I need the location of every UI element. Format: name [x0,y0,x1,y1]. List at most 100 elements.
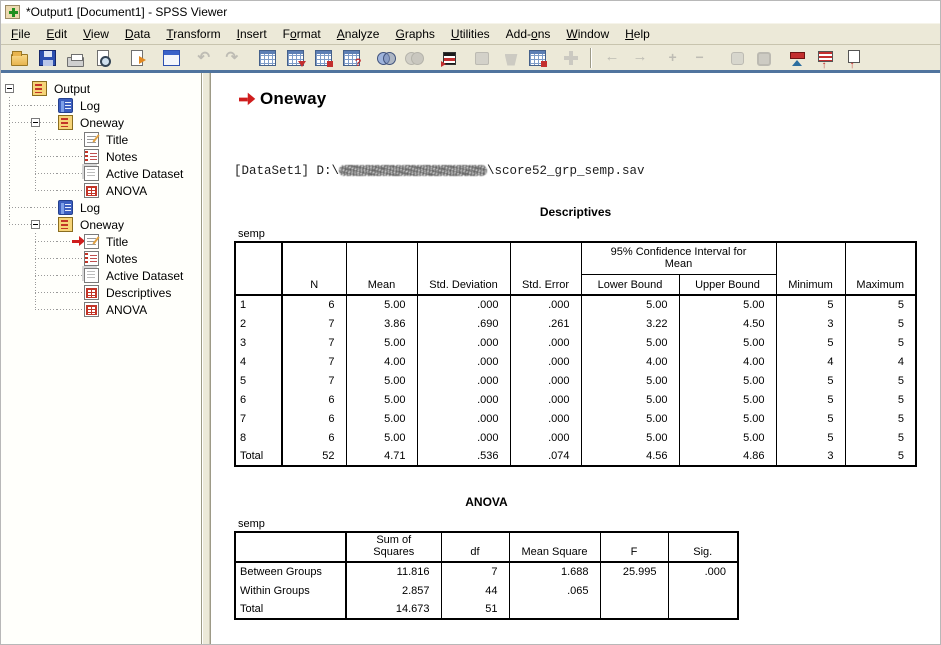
hide-button[interactable] [750,47,776,69]
book-icon [58,115,73,130]
tree-guide [31,182,57,199]
run-script-button[interactable] [434,47,460,69]
tree-guide [31,233,57,250]
goto-case-button[interactable] [282,47,308,69]
menu-insert[interactable]: Insert [229,25,275,43]
row-label: Total [235,447,282,466]
tree-connector [57,131,83,148]
tree-item-notes[interactable]: Notes [1,148,201,165]
descriptives-table[interactable]: N Mean Std. Deviation Std. Error 95% Con… [234,241,917,467]
forward-button[interactable] [626,47,652,69]
col-header-df: df [441,532,509,562]
pane-splitter[interactable] [201,73,211,645]
back-icon [603,50,620,66]
open-file-button[interactable] [6,47,32,69]
anova-table[interactable]: Sum of Squares df Mean Square F Sig. Bet… [234,531,739,620]
menu-file[interactable]: File [3,25,38,43]
outline-up-button[interactable] [812,47,838,69]
tree-label: Active Dataset [104,269,185,283]
cell-value: 7 [441,562,509,581]
notes-icon [84,149,99,164]
menu-utilities[interactable]: Utilities [443,25,498,43]
menu-edit[interactable]: Edit [38,25,75,43]
table-row: Total524.71.536.0744.564.8635 [235,447,916,466]
row-label: 8 [235,428,282,447]
book-icon [58,217,73,232]
tree-item-anova[interactable]: ANOVA [1,182,201,199]
descriptives-caption: semp [234,228,940,240]
cell-value: 5.00 [581,390,679,409]
tree-label: Oneway [78,218,126,232]
tree-guide [5,199,31,216]
tree-item-log[interactable]: Log [1,97,201,114]
designate-window-icon [505,54,518,66]
designate-window-button[interactable] [496,47,522,69]
save-button[interactable] [34,47,60,69]
undo-button[interactable] [192,47,218,69]
collapse-button[interactable] [688,47,714,69]
tree-expander-minus[interactable] [31,118,40,127]
redo-button[interactable] [220,47,246,69]
tree-item-anova[interactable]: ANOVA [1,301,201,318]
cell-value: 7 [282,333,346,352]
tree-label: Descriptives [104,286,173,300]
tree-label: Active Dataset [104,167,185,181]
goto-data-button[interactable] [254,47,280,69]
dataset-path-suffix: \score52_grp_semp.sav [487,164,645,178]
insert-pivot-table-button[interactable] [524,47,550,69]
expand-button[interactable] [660,47,686,69]
tree-item-notes[interactable]: Notes [1,250,201,267]
table-row: 375.00.000.0005.005.0055 [235,333,916,352]
outline-tree-pane: OutputLogOnewayTitleNotesActive DatasetA… [1,73,201,645]
log-icon [58,200,73,215]
export-button[interactable] [124,47,150,69]
print-preview-button[interactable] [90,47,116,69]
page-up-button[interactable] [840,47,866,69]
cell-value: 5.00 [581,428,679,447]
show-button[interactable] [722,47,748,69]
menu-analyze[interactable]: Analyze [329,25,388,43]
menu-view[interactable]: View [75,25,117,43]
tree-item-active-dataset[interactable]: Active Dataset [1,267,201,284]
split-file-button[interactable] [400,47,426,69]
menu-data[interactable]: Data [117,25,158,43]
select-last-output-button[interactable] [468,47,494,69]
tree-guide [5,131,31,148]
menu-graphs[interactable]: Graphs [387,25,442,43]
row-label: 5 [235,371,282,390]
cell-value: 25.995 [600,562,668,581]
use-sets-button[interactable] [372,47,398,69]
print-button[interactable] [62,47,88,69]
dataset-icon [84,166,99,181]
menu-format[interactable]: Format [275,25,329,43]
tree-item-descriptives[interactable]: Descriptives [1,284,201,301]
tree-item-title[interactable]: Title [1,233,201,250]
menu-transform[interactable]: Transform [158,25,228,43]
tree-guide [5,301,31,318]
tree-item-log[interactable]: Log [1,199,201,216]
recall-dialog-button[interactable] [158,47,184,69]
cell-value: 5.00 [581,371,679,390]
tree-item-title[interactable]: Title [1,131,201,148]
tree-item-oneway[interactable]: Oneway [1,114,201,131]
tree-guide [5,216,31,233]
tree-guide [5,97,31,114]
back-button[interactable] [598,47,624,69]
variables-button[interactable] [310,47,336,69]
cell-value: 44 [441,581,509,600]
menu-add-ons[interactable]: Add-ons [498,25,559,43]
tree-item-active-dataset[interactable]: Active Dataset [1,165,201,182]
table-row: Total14.67351 [235,600,738,619]
find-button[interactable] [338,47,364,69]
menu-window[interactable]: Window [558,25,617,43]
tree-item-output[interactable]: Output [1,80,201,97]
tree-expander-minus[interactable] [5,84,14,93]
dataset-path-line: [DataSet1] D:\\score52_grp_semp.sav [234,164,940,178]
promote-button[interactable] [784,47,810,69]
menu-help[interactable]: Help [617,25,658,43]
tree-item-oneway[interactable]: Oneway [1,216,201,233]
insert-object-button[interactable] [558,47,584,69]
tree-expander-minus[interactable] [31,220,40,229]
table-icon [84,183,99,198]
tree-connector [57,148,83,165]
